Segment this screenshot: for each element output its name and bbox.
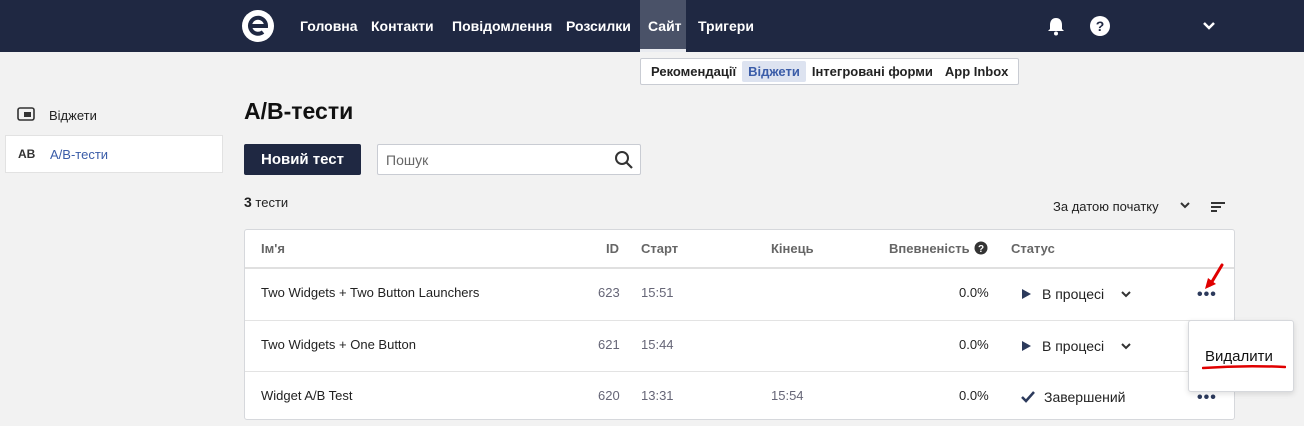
logo-icon[interactable] — [241, 9, 275, 43]
chevron-down-icon[interactable] — [1178, 198, 1192, 212]
nav-home[interactable]: Головна — [292, 0, 366, 52]
play-icon — [1022, 341, 1031, 351]
subnav-app-inbox[interactable]: App Inbox — [939, 61, 1015, 82]
row-name[interactable]: Widget A/B Test — [261, 388, 353, 403]
search-icon[interactable] — [614, 150, 634, 170]
table-row[interactable]: Widget A/B Test 620 13:31 15:54 0.0% Зав… — [245, 371, 1234, 422]
svg-text:?: ? — [978, 244, 984, 255]
sidebar-item-label: A/B-тести — [50, 146, 109, 162]
site-subnav: Рекомендації Віджети Інтегровані форми A… — [640, 58, 1020, 85]
status-label: В процесі — [1042, 286, 1105, 302]
ab-tests-table: Ім'я ID Старт Кінець Впевненість ? Стату… — [244, 229, 1235, 420]
table-row[interactable]: Two Widgets + One Button 621 15:44 0.0% … — [245, 320, 1234, 371]
header-end[interactable]: Кінець — [771, 241, 814, 256]
nav-triggers[interactable]: Тригери — [690, 0, 762, 52]
svg-text:?: ? — [1096, 18, 1105, 34]
nav-site[interactable]: Сайт — [640, 0, 686, 52]
row-start: 15:51 — [641, 285, 674, 300]
status-indicator: Завершений — [1020, 389, 1125, 405]
status-dropdown[interactable]: В процесі — [1020, 286, 1132, 302]
help-icon[interactable]: ? — [1089, 15, 1111, 37]
annotation-underline — [1202, 364, 1286, 370]
row-start: 15:44 — [641, 337, 674, 352]
row-start: 13:31 — [641, 388, 674, 403]
row-name[interactable]: Two Widgets + Two Button Launchers — [261, 285, 479, 300]
sidebar-item-widgets[interactable]: Віджети — [5, 96, 223, 134]
sidebar-item-label: Віджети — [49, 107, 97, 123]
bell-icon[interactable] — [1045, 15, 1067, 37]
nav-messages[interactable]: Повідомлення — [444, 0, 560, 52]
header-name[interactable]: Ім'я — [261, 241, 285, 256]
chevron-down-icon — [1121, 291, 1131, 298]
more-actions-icon[interactable]: ••• — [1197, 390, 1217, 406]
test-count: 3 тести — [244, 194, 288, 210]
ab-icon: AB — [18, 147, 36, 161]
sort-dropdown[interactable]: За датою початку — [1053, 199, 1159, 214]
row-id: 621 — [598, 337, 620, 352]
more-actions-icon[interactable]: ••• — [1197, 287, 1217, 303]
row-id: 623 — [598, 285, 620, 300]
row-name[interactable]: Two Widgets + One Button — [261, 337, 416, 352]
row-id: 620 — [598, 388, 620, 403]
play-icon — [1022, 289, 1031, 299]
sidebar-item-ab-tests[interactable]: AB A/B-тести — [5, 135, 223, 173]
page-title: A/B-тести — [244, 98, 354, 124]
table-row[interactable]: Two Widgets + Two Button Launchers 623 1… — [245, 267, 1234, 318]
nav-contacts[interactable]: Контакти — [363, 0, 442, 52]
test-count-number: 3 — [244, 194, 252, 210]
row-confidence: 0.0% — [959, 388, 989, 403]
chevron-down-icon — [1121, 343, 1131, 350]
header-status[interactable]: Статус — [1011, 241, 1055, 256]
row-confidence: 0.0% — [959, 337, 989, 352]
top-navbar: Головна Контакти Повідомлення Розсилки С… — [0, 0, 1304, 52]
header-confidence[interactable]: Впевненість — [889, 241, 970, 256]
status-label: В процесі — [1042, 338, 1105, 354]
test-count-suffix: тести — [255, 195, 289, 210]
delete-menu-item[interactable]: Видалити — [1205, 348, 1273, 365]
status-label: Завершений — [1044, 389, 1126, 405]
help-icon[interactable]: ? — [974, 241, 988, 255]
row-actions-menu: Видалити — [1188, 320, 1294, 392]
header-start[interactable]: Старт — [641, 241, 678, 256]
widget-icon — [17, 106, 49, 124]
row-end: 15:54 — [771, 388, 804, 403]
sort-order-icon[interactable] — [1210, 200, 1226, 214]
search-input[interactable] — [378, 145, 598, 174]
chevron-down-icon[interactable] — [1198, 15, 1220, 37]
nav-campaigns[interactable]: Розсилки — [558, 0, 639, 52]
search-box — [377, 144, 641, 175]
row-confidence: 0.0% — [959, 285, 989, 300]
subnav-recommendations[interactable]: Рекомендації — [645, 61, 742, 82]
check-icon — [1021, 391, 1035, 403]
new-test-button[interactable]: Новий тест — [244, 144, 361, 175]
status-dropdown[interactable]: В процесі — [1020, 338, 1132, 354]
subnav-widgets[interactable]: Віджети — [742, 61, 806, 82]
subnav-embedded-forms[interactable]: Інтегровані форми — [806, 61, 939, 82]
annotation-arrow-icon — [1205, 263, 1224, 289]
header-id[interactable]: ID — [606, 241, 619, 256]
